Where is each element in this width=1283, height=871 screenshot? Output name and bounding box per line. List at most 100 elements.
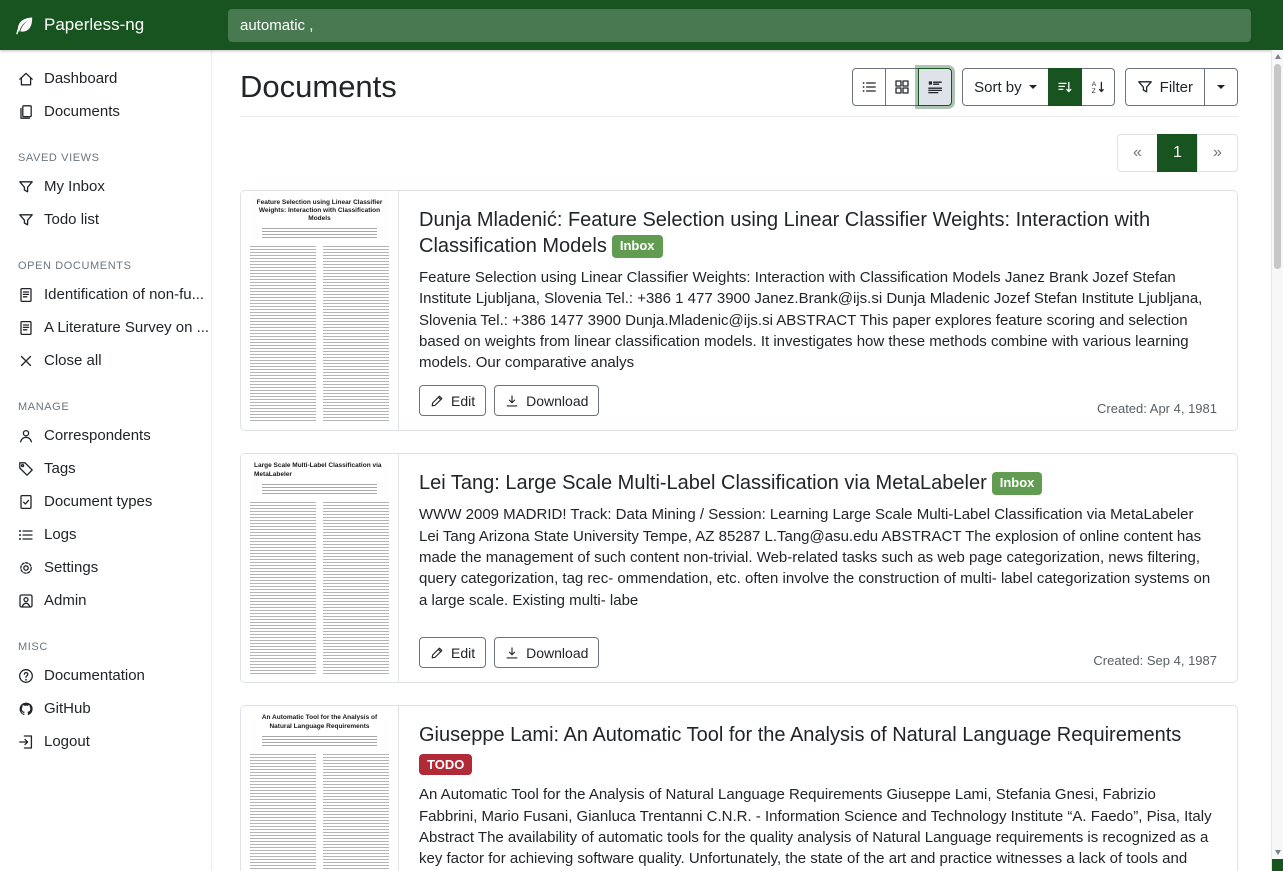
thumbnail-text-columns bbox=[250, 754, 389, 871]
thumbnail-page-title: Large Scale Multi-Label Classification v… bbox=[254, 462, 385, 478]
badge-row: TODO bbox=[419, 754, 1217, 776]
page-title: Documents bbox=[240, 69, 397, 105]
scroll-down-arrow-icon[interactable] bbox=[1275, 850, 1281, 855]
pagination: « 1 » bbox=[1117, 134, 1238, 172]
document-card: Feature Selection using Linear Classifie… bbox=[240, 190, 1238, 431]
tag-badge-todo[interactable]: TODO bbox=[419, 754, 472, 775]
person-square-icon bbox=[18, 593, 34, 609]
funnel-icon bbox=[18, 179, 34, 195]
pagination-next[interactable]: » bbox=[1197, 134, 1238, 172]
download-button[interactable]: Download bbox=[494, 637, 599, 668]
sidebar-item-label: Document types bbox=[44, 493, 152, 510]
view-toggle-group bbox=[852, 68, 952, 106]
pencil-icon bbox=[430, 646, 444, 660]
document-title: Giuseppe Lami: An Automatic Tool for the… bbox=[419, 724, 1181, 746]
document-card-body: Dunja Mladenić: Feature Selection using … bbox=[399, 191, 1237, 430]
person-icon bbox=[18, 428, 34, 444]
tag-icon bbox=[18, 461, 34, 477]
sort-group: Sort by AZ bbox=[962, 68, 1115, 106]
thumbnail-author-lines bbox=[262, 736, 377, 748]
document-card: An Automatic Tool for the Analysis of Na… bbox=[240, 705, 1238, 871]
details-view-icon bbox=[927, 79, 943, 95]
sidebar-item-label: Close all bbox=[44, 352, 102, 369]
download-button[interactable]: Download bbox=[494, 385, 599, 416]
sidebar-item-tags[interactable]: Tags bbox=[0, 452, 211, 485]
pagination-page-1[interactable]: 1 bbox=[1157, 134, 1198, 172]
list-view-icon bbox=[861, 79, 877, 95]
edit-button[interactable]: Edit bbox=[419, 385, 486, 416]
gear-icon bbox=[18, 560, 34, 576]
edit-label: Edit bbox=[451, 646, 475, 660]
sidebar-item-document-types[interactable]: Document types bbox=[0, 485, 211, 518]
sidebar-item-logs[interactable]: Logs bbox=[0, 518, 211, 551]
pagination-prev[interactable]: « bbox=[1117, 134, 1158, 172]
sidebar-item-label: Correspondents bbox=[44, 427, 151, 444]
filter-group: Filter bbox=[1125, 68, 1238, 106]
sort-direction-desc-button[interactable] bbox=[1048, 68, 1082, 106]
view-details-button[interactable] bbox=[918, 68, 952, 106]
pagination-row: « 1 » bbox=[240, 134, 1238, 172]
sidebar-item-label: A Literature Survey on ... bbox=[44, 319, 209, 336]
sidebar-item-close-all[interactable]: Close all bbox=[0, 344, 211, 377]
card-actions: Edit Download bbox=[419, 385, 599, 416]
sidebar-item-open-document-2[interactable]: A Literature Survey on ... bbox=[0, 311, 211, 344]
document-card-body: Giuseppe Lami: An Automatic Tool for the… bbox=[399, 706, 1237, 871]
document-title-link[interactable]: Dunja Mladenić: Feature Selection using … bbox=[419, 207, 1217, 259]
tag-badge-inbox[interactable]: Inbox bbox=[612, 235, 663, 258]
sidebar-item-label: Tags bbox=[44, 460, 76, 477]
thumbnail-page-title: An Automatic Tool for the Analysis of Na… bbox=[254, 714, 385, 730]
sidebar-item-correspondents[interactable]: Correspondents bbox=[0, 419, 211, 452]
sidebar-item-dashboard[interactable]: Dashboard bbox=[0, 62, 211, 95]
thumbnail-column bbox=[250, 754, 316, 871]
thumbnail-author-lines bbox=[262, 228, 377, 240]
thumbnail-author-lines bbox=[262, 484, 377, 496]
sidebar-section-saved-views: SAVED VIEWS bbox=[0, 148, 211, 168]
sidebar-item-settings[interactable]: Settings bbox=[0, 551, 211, 584]
file-text-icon bbox=[18, 320, 34, 336]
sidebar-item-documents[interactable]: Documents bbox=[0, 95, 211, 128]
global-search-input[interactable] bbox=[228, 9, 1251, 42]
view-list-button[interactable] bbox=[852, 68, 886, 106]
scroll-up-arrow-icon[interactable] bbox=[1275, 54, 1281, 59]
github-icon bbox=[18, 701, 34, 717]
document-thumbnail[interactable]: Large Scale Multi-Label Classification v… bbox=[241, 454, 399, 682]
document-excerpt: An Automatic Tool for the Analysis of Na… bbox=[419, 784, 1217, 871]
app-brand[interactable]: Paperless-ng bbox=[0, 15, 212, 36]
document-title-link[interactable]: Giuseppe Lami: An Automatic Tool for the… bbox=[419, 722, 1217, 748]
edit-button[interactable]: Edit bbox=[419, 637, 486, 668]
svg-text:Z: Z bbox=[1091, 88, 1095, 95]
document-thumbnail[interactable]: Feature Selection using Linear Classifie… bbox=[241, 191, 399, 430]
sidebar-item-open-document-1[interactable]: Identification of non-fu... bbox=[0, 278, 211, 311]
sidebar-item-documentation[interactable]: Documentation bbox=[0, 659, 211, 692]
sidebar-item-label: Logs bbox=[44, 526, 77, 543]
file-text-icon bbox=[18, 287, 34, 303]
sort-by-dropdown[interactable]: Sort by bbox=[962, 68, 1049, 106]
documents-toolbar: Sort by AZ Filter bbox=[852, 68, 1238, 106]
card-actions: Edit Download bbox=[419, 637, 599, 668]
sort-by-label: Sort by bbox=[974, 80, 1022, 95]
thumbnail-column bbox=[323, 502, 389, 675]
view-grid-button[interactable] bbox=[885, 68, 919, 106]
tag-badge-inbox[interactable]: Inbox bbox=[992, 472, 1043, 495]
filter-dropdown-toggle[interactable] bbox=[1204, 68, 1238, 106]
document-thumbnail[interactable]: An Automatic Tool for the Analysis of Na… bbox=[241, 706, 399, 871]
close-icon bbox=[18, 353, 34, 369]
scrollbar-thumb[interactable] bbox=[1274, 64, 1281, 269]
sidebar: Dashboard Documents SAVED VIEWS My Inbox… bbox=[0, 50, 212, 871]
sidebar-item-todo-list[interactable]: Todo list bbox=[0, 203, 211, 236]
download-icon bbox=[505, 646, 519, 660]
sidebar-item-admin[interactable]: Admin bbox=[0, 584, 211, 617]
document-title-link[interactable]: Lei Tang: Large Scale Multi-Label Classi… bbox=[419, 470, 1217, 496]
svg-text:A: A bbox=[1091, 81, 1096, 88]
grid-view-icon bbox=[894, 79, 910, 95]
sort-alphabetical-button[interactable]: AZ bbox=[1081, 68, 1115, 106]
sidebar-item-github[interactable]: GitHub bbox=[0, 692, 211, 725]
sort-alpha-icon: AZ bbox=[1090, 79, 1106, 95]
sidebar-item-logout[interactable]: Logout bbox=[0, 725, 211, 758]
created-date: Created: Apr 4, 1981 bbox=[1097, 401, 1217, 416]
document-title: Dunja Mladenić: Feature Selection using … bbox=[419, 209, 1150, 257]
sidebar-item-my-inbox[interactable]: My Inbox bbox=[0, 170, 211, 203]
filter-button[interactable]: Filter bbox=[1125, 68, 1205, 106]
list-icon bbox=[18, 527, 34, 543]
thumbnail-column bbox=[250, 246, 316, 422]
